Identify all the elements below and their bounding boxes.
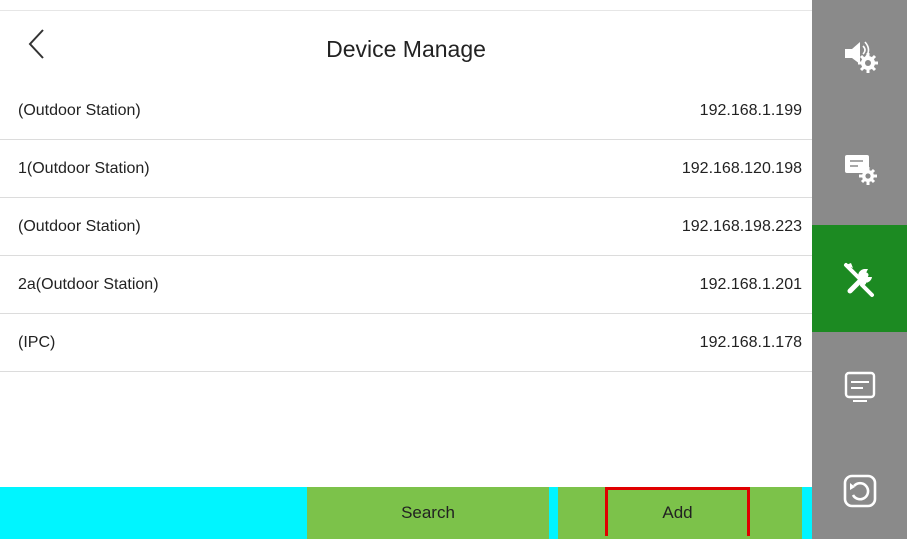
device-ip: 192.168.1.199: [699, 102, 802, 119]
device-name: (Outdoor Station): [18, 102, 141, 119]
device-ip: 192.168.1.201: [699, 276, 802, 293]
message-icon: [844, 371, 875, 402]
device-row[interactable]: (Outdoor Station) 192.168.198.223: [0, 198, 812, 256]
device-name: 1(Outdoor Station): [18, 160, 150, 177]
sidebar: [812, 0, 907, 539]
bottom-toolbar: Search Add: [0, 487, 812, 539]
device-ip: 192.168.198.223: [681, 218, 802, 235]
device-list: (Outdoor Station) 192.168.1.199 1(Outdoo…: [0, 82, 812, 372]
sidebar-item-sound-settings[interactable]: [812, 0, 907, 110]
tools-icon: [843, 262, 874, 297]
device-name: 2a(Outdoor Station): [18, 276, 159, 293]
device-ip: 192.168.1.178: [699, 334, 802, 351]
header: Device Manage: [0, 10, 812, 82]
device-name: (Outdoor Station): [18, 218, 141, 235]
device-ip: 192.168.120.198: [681, 160, 802, 177]
sidebar-item-display-settings[interactable]: [812, 110, 907, 225]
toolbar-gap: [549, 487, 558, 539]
device-row[interactable]: (IPC) 192.168.1.178: [0, 314, 812, 372]
display-settings-icon: [844, 154, 877, 185]
sidebar-item-messages[interactable]: [812, 332, 907, 442]
restore-icon: [843, 474, 876, 507]
device-row[interactable]: (Outdoor Station) 192.168.1.199: [0, 82, 812, 140]
device-row[interactable]: 2a(Outdoor Station) 192.168.1.201: [0, 256, 812, 314]
speaker-settings-icon: [844, 41, 878, 73]
toolbar-spacer: [0, 487, 307, 539]
sidebar-item-restore[interactable]: [812, 442, 907, 539]
sidebar-item-tools[interactable]: [812, 225, 907, 332]
toolbar-gap: [802, 487, 812, 539]
device-name: (IPC): [18, 334, 56, 351]
search-button[interactable]: Search: [307, 487, 549, 539]
add-button[interactable]: Add: [605, 487, 750, 536]
device-row[interactable]: 1(Outdoor Station) 192.168.120.198: [0, 140, 812, 198]
device-manage-panel: Device Manage (Outdoor Station) 192.168.…: [0, 0, 812, 539]
page-title: Device Manage: [326, 36, 486, 62]
